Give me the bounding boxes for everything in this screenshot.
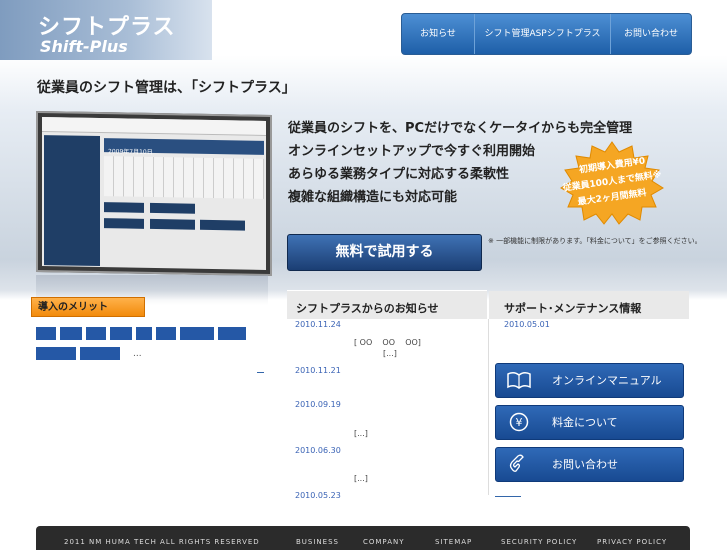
merit-tile[interactable] [218, 327, 246, 340]
news-date: 2010.06.30 [295, 446, 341, 455]
news-more[interactable]: [...] [354, 474, 368, 483]
nav-shift-plus[interactable]: シフト管理ASPシフトプラス [474, 14, 610, 54]
logo-text-en: Shift-Plus [40, 37, 128, 56]
merit-tile[interactable] [36, 327, 56, 340]
news-date: 2010.05.23 [295, 491, 341, 500]
pricing-label: 料金について [552, 416, 618, 429]
merit-tile[interactable] [60, 327, 82, 340]
badge-mark: ※ [652, 170, 663, 182]
app-screenshot: 2009年7月10日 [36, 110, 272, 277]
trial-note: ※ 一部機能に制限があります。「料金について」をご参照ください。 [488, 237, 702, 245]
contact-label: お問い合わせ [552, 458, 618, 471]
free-trial-button[interactable]: 無料で試用する [287, 234, 482, 271]
news-text[interactable]: [ OO OO OO] [354, 338, 421, 347]
phone-icon [509, 454, 524, 472]
global-nav: お知らせ シフト管理ASPシフトプラス お問い合わせ [401, 13, 692, 55]
feature-item: 従業員のシフトを、PCだけでなくケータイからも完全管理 [288, 121, 633, 136]
contact-button[interactable]: お問い合わせ [495, 447, 684, 482]
yen-icon: ¥ [509, 412, 529, 432]
merit-tile[interactable] [156, 327, 176, 340]
footer: 2011 NM HUMA TECH ALL RIGHTS RESERVED BU… [36, 526, 690, 550]
merit-tile[interactable] [36, 347, 76, 360]
merit-tile[interactable] [110, 327, 132, 340]
online-manual-label: オンラインマニュアル [552, 374, 662, 387]
support-title: サポート･メンテナンス情報 [504, 302, 642, 315]
merit-more: ... [133, 349, 142, 359]
merit-tile[interactable] [136, 327, 152, 340]
screenshot-date: 2009年7月10日 [108, 148, 153, 156]
support-link[interactable] [495, 496, 521, 497]
pricing-button[interactable]: ¥ 料金について [495, 405, 684, 440]
merit-heading: 導入のメリット [31, 297, 145, 317]
nav-contact[interactable]: お問い合わせ [610, 14, 691, 54]
merit-link[interactable] [257, 372, 264, 373]
free-offer-badge: 初期導入費用¥0 従業員100人まで無料※ 最大2ヶ月間無料 [553, 140, 671, 226]
column-divider [488, 319, 489, 495]
logo[interactable]: シフトプラス Shift-Plus [0, 0, 212, 60]
merit-tile[interactable] [80, 347, 120, 360]
online-manual-button[interactable]: オンラインマニュアル [495, 363, 684, 398]
merit-tile[interactable] [86, 327, 106, 340]
merit-tile[interactable] [180, 327, 214, 340]
news-date: 2010.11.24 [295, 320, 341, 329]
news-title: シフトプラスからのお知らせ [296, 302, 439, 315]
hero-tagline: 従業員のシフト管理は、「シフトプラス」 [37, 80, 296, 96]
news-more[interactable]: [...] [354, 429, 368, 438]
news-more[interactable]: [...] [383, 349, 397, 358]
support-date: 2010.05.01 [504, 320, 550, 329]
news-date: 2010.09.19 [295, 400, 341, 409]
nav-news[interactable]: お知らせ [402, 14, 474, 54]
svg-text:¥: ¥ [516, 416, 523, 429]
book-icon [507, 371, 531, 389]
news-date: 2010.11.21 [295, 366, 341, 375]
